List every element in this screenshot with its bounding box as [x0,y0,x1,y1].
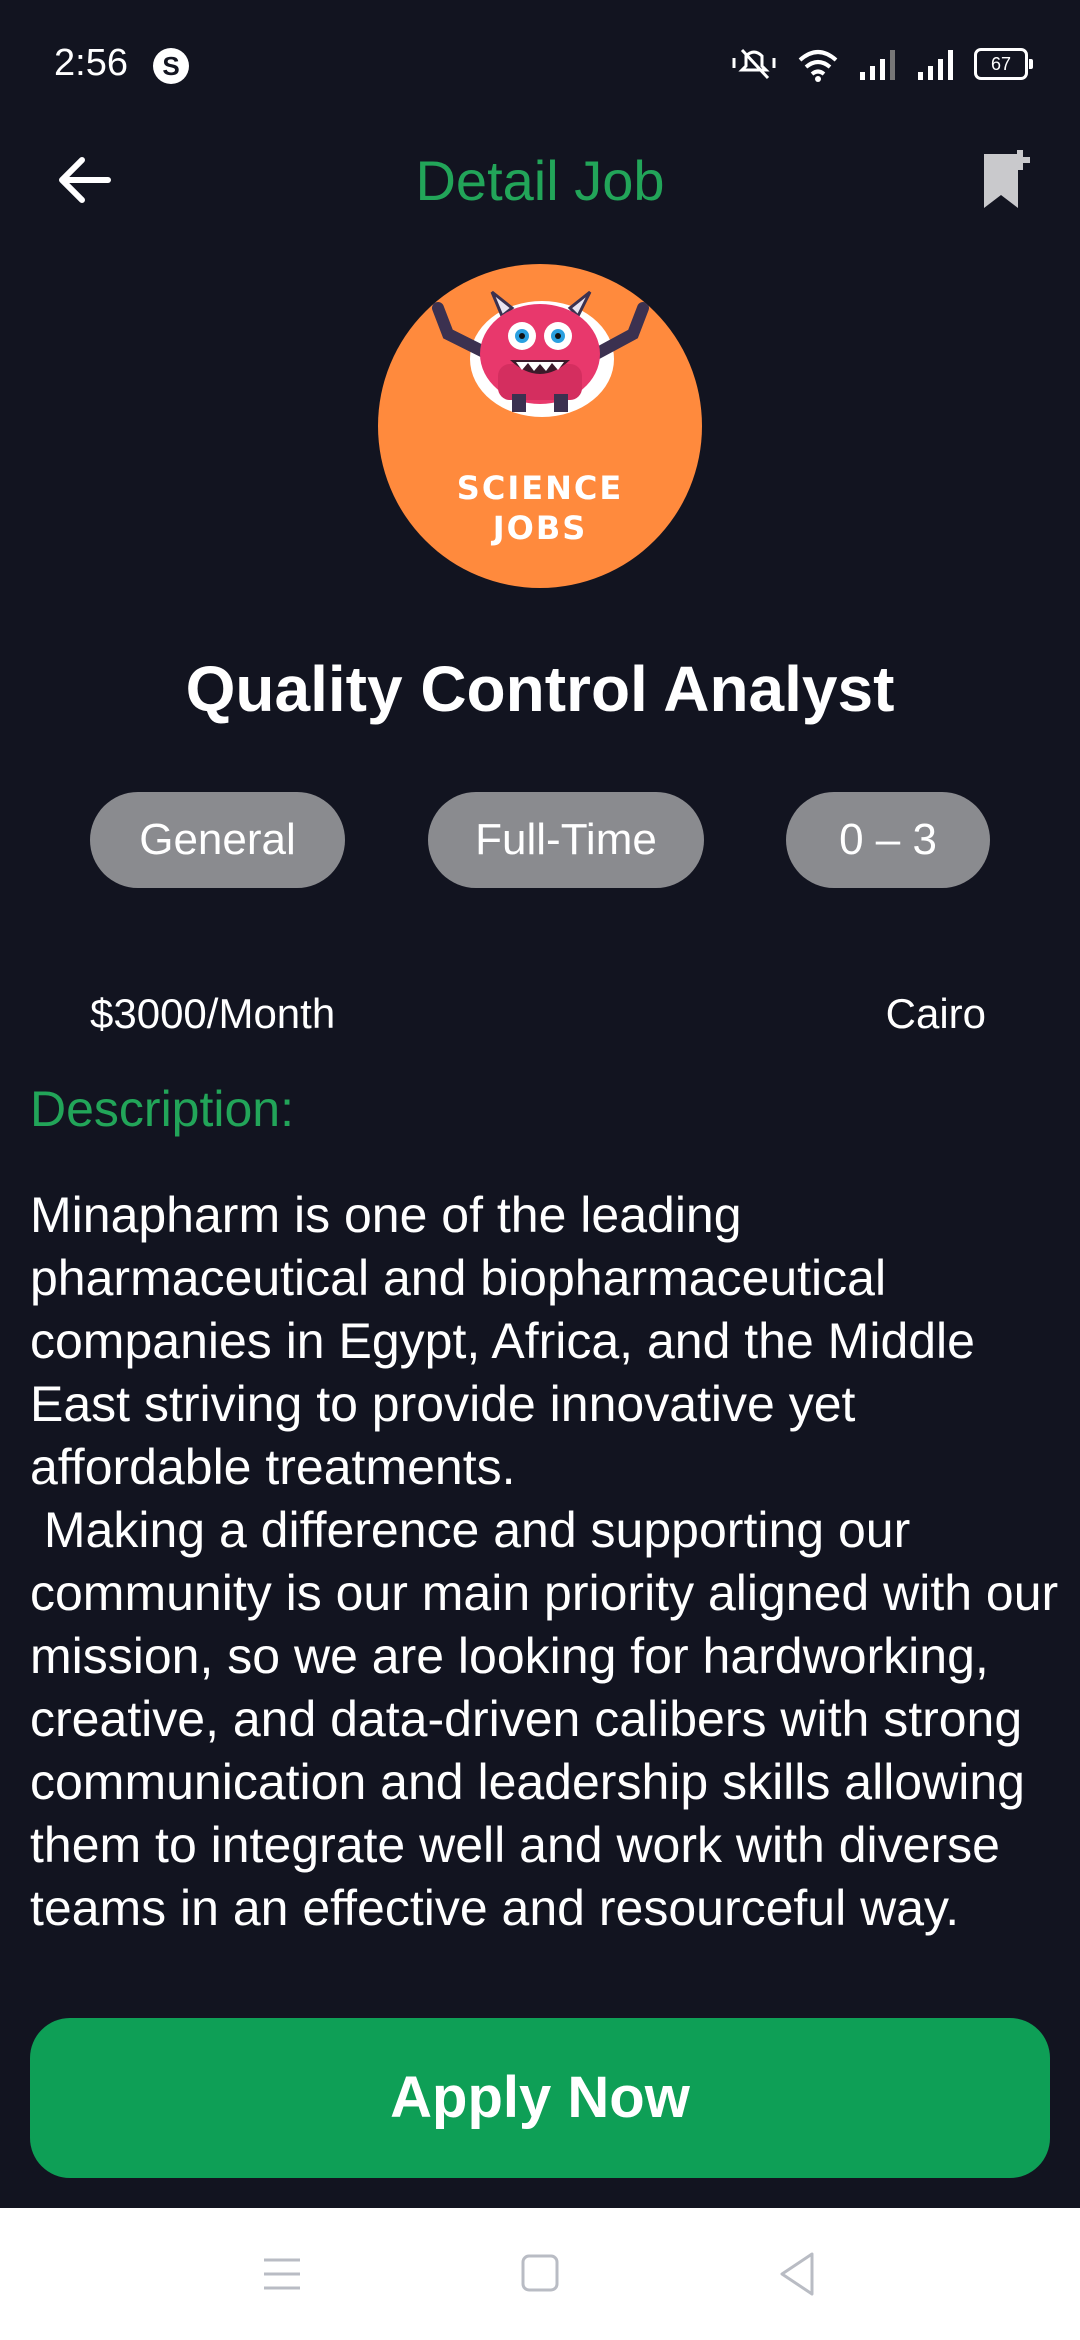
battery-icon: 67 [974,48,1033,80]
apply-now-button[interactable]: Apply Now [30,2018,1050,2178]
salary: $3000/Month [90,990,336,1037]
status-bar: 2:56 S 67 [0,0,1080,130]
bookmark-add-icon[interactable] [980,148,1036,212]
signal-icon-2 [918,50,953,80]
logo-text-line2: JOBS [492,509,588,547]
square-home-icon[interactable] [510,2248,570,2300]
company-logo: SCIENCE JOBS [378,264,702,588]
tag-category: General [90,792,345,888]
page-title: Detail Job [415,149,665,212]
triangle-back-icon[interactable] [768,2248,828,2300]
menu-icon[interactable] [252,2248,312,2300]
logo-text-line1: SCIENCE [456,469,624,507]
signal-icon-1 [860,50,895,80]
system-nav-bar [0,2208,1080,2340]
status-indicators: 67 [730,44,1033,84]
app-notification-icon: S [153,48,189,84]
job-title: Quality Control Analyst [185,653,895,725]
wifi-icon [798,50,838,82]
description-text[interactable]: Minapharm is one of the leading pharmace… [30,1184,1060,1984]
status-time: 2:56 [54,42,128,84]
description-heading: Description: [30,1081,294,1137]
tag-experience: 0 – 3 [786,792,990,888]
tag-employment-type: Full-Time [428,792,704,888]
location: Cairo [885,990,986,1037]
monster-illustration [432,290,649,417]
mute-vibrate-icon [732,48,776,80]
